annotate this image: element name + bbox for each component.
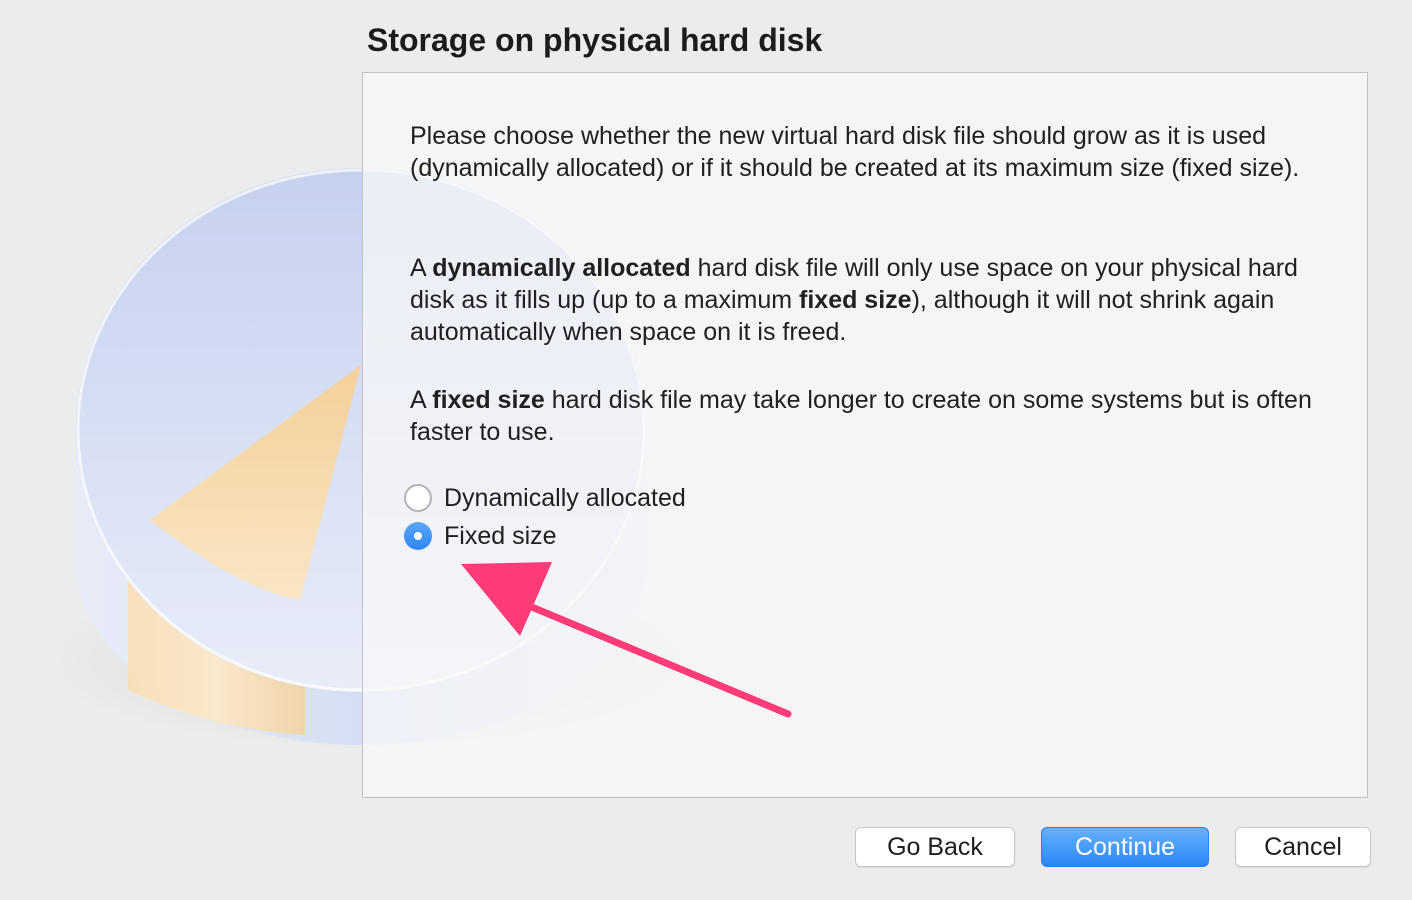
fixed-description-paragraph: A fixed size hard disk file may take lon…: [410, 384, 1340, 448]
para3-suffix: hard disk file may take longer to create…: [410, 386, 1312, 446]
dynamic-description-paragraph: A dynamically allocated hard disk file w…: [410, 252, 1340, 348]
page-title: Storage on physical hard disk: [367, 22, 823, 58]
fixed-size-term: fixed size: [432, 386, 545, 414]
dynamically-allocated-option[interactable]: Dynamically allocated: [404, 481, 686, 515]
dynamically-allocated-label[interactable]: Dynamically allocated: [444, 482, 686, 514]
dynamically-allocated-term: dynamically allocated: [432, 254, 691, 282]
fixed-size-label[interactable]: Fixed size: [444, 520, 557, 552]
fixed-size-term: fixed size: [799, 286, 912, 314]
continue-button[interactable]: Continue: [1041, 827, 1209, 867]
para2-prefix: A: [410, 254, 433, 282]
go-back-button[interactable]: Go Back: [855, 827, 1015, 867]
fixed-size-radio[interactable]: [404, 522, 432, 550]
content-panel: Please choose whether the new virtual ha…: [362, 72, 1368, 798]
cancel-button[interactable]: Cancel: [1235, 827, 1371, 867]
para3-prefix: A: [410, 386, 433, 414]
description-paragraph: Please choose whether the new virtual ha…: [410, 122, 1300, 182]
fixed-size-option[interactable]: Fixed size: [404, 519, 557, 553]
dynamically-allocated-radio[interactable]: [404, 484, 432, 512]
